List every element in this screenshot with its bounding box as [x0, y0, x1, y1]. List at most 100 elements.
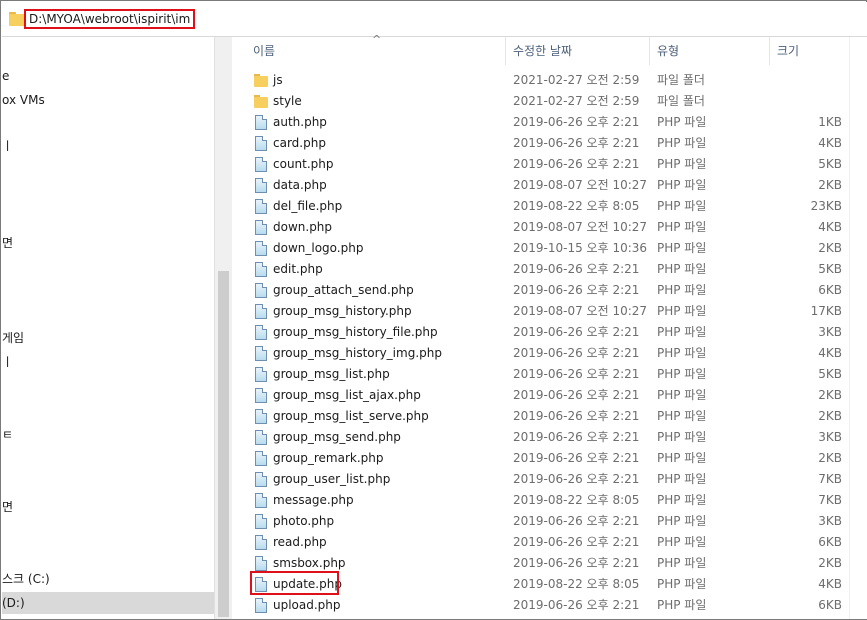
- file-modified-date: 2019-08-07 오전 10:27: [513, 304, 648, 318]
- nav-item[interactable]: 면: [2, 496, 13, 518]
- file-row[interactable]: update.php 2019-08-22 오후 8:05 PHP 파일 4KB: [232, 571, 849, 595]
- file-row[interactable]: group_msg_send.php 2019-06-26 오후 2:21 PHP …: [232, 427, 849, 448]
- file-type: PHP 파일: [657, 556, 707, 570]
- column-header-type[interactable]: 유형: [657, 37, 679, 65]
- explorer-window: D:\MYOA\webroot\ispirit\im e ox VMs ㅣ 면 …: [0, 0, 867, 620]
- file-row[interactable]: edit.php 2019-06-26 오후 2:21 PHP 파일 5KB: [232, 259, 849, 280]
- file-row[interactable]: group_msg_list_ajax.php 2019-06-26 오후 2:2…: [232, 385, 849, 406]
- file-type: PHP 파일: [657, 535, 707, 549]
- file-type: PHP 파일: [657, 178, 707, 192]
- file-type: PHP 파일: [657, 472, 707, 486]
- file-size: 23KB: [810, 199, 842, 213]
- nav-item[interactable]: 면: [2, 232, 13, 254]
- column-header-size[interactable]: 크기: [777, 37, 799, 65]
- file-size: 7KB: [818, 493, 842, 507]
- file-type: PHP 파일: [657, 409, 707, 423]
- file-size: 4KB: [818, 136, 842, 150]
- file-modified-date: 2019-06-26 오후 2:21: [513, 451, 640, 465]
- file-size: 3KB: [818, 325, 842, 339]
- nav-item-label: e: [2, 69, 10, 83]
- file-size: 4KB: [818, 577, 842, 591]
- file-name: photo.php: [273, 514, 335, 528]
- file-row[interactable]: group_msg_history_img.php 2019-06-26 오후 2…: [232, 343, 849, 364]
- php-file-icon: [255, 241, 267, 256]
- nav-item[interactable]: ㅣ: [2, 135, 13, 157]
- file-size: 5KB: [818, 157, 842, 171]
- file-row[interactable]: group_remark.php 2019-06-26 오후 2:21 PHP 파일…: [232, 448, 849, 469]
- file-row[interactable]: data.php 2019-08-07 오전 10:27 PHP 파일 2KB: [232, 175, 849, 196]
- address-path-highlighted[interactable]: D:\MYOA\webroot\ispirit\im: [24, 9, 196, 29]
- file-type: PHP 파일: [657, 577, 707, 591]
- file-size: 7KB: [818, 472, 842, 486]
- file-row[interactable]: upload.php 2019-06-26 오후 2:21 PHP 파일 6KB: [232, 595, 849, 616]
- nav-item-drive-d[interactable]: (D:): [2, 592, 214, 614]
- file-type: 파일 폴더: [657, 73, 705, 87]
- file-size: 4KB: [818, 346, 842, 360]
- address-path[interactable]: D:\MYOA\webroot\ispirit\im: [29, 12, 190, 26]
- file-row[interactable]: message.php 2019-08-22 오후 8:05 PHP 파일 7KB: [232, 490, 849, 511]
- column-header-date[interactable]: 수정한 날짜: [513, 37, 572, 65]
- file-row[interactable]: down_logo.php 2019-10-15 오후 10:36 PHP 파일 2K…: [232, 238, 849, 259]
- nav-item[interactable]: ㅣ: [2, 351, 13, 373]
- nav-scrollbar-thumb[interactable]: [218, 271, 229, 617]
- file-row[interactable]: group_msg_history_file.php 2019-06-26 오후 …: [232, 322, 849, 343]
- file-name: js: [273, 73, 283, 87]
- php-file-icon: [255, 157, 267, 172]
- file-row[interactable]: group_msg_history.php 2019-08-07 오전 10:27…: [232, 301, 849, 322]
- file-modified-date: 2019-08-22 오후 8:05: [513, 493, 640, 507]
- file-type: PHP 파일: [657, 514, 707, 528]
- file-name: group_msg_list.php: [273, 367, 390, 381]
- file-type: PHP 파일: [657, 115, 707, 129]
- file-row[interactable]: read.php 2019-06-26 오후 2:21 PHP 파일 6KB: [232, 532, 849, 553]
- column-header-name[interactable]: 이름: [253, 37, 275, 65]
- php-file-icon: [255, 556, 267, 571]
- file-modified-date: 2019-08-22 오후 8:05: [513, 199, 640, 213]
- nav-item[interactable]: ox VMs: [2, 89, 45, 111]
- nav-item-drive-c[interactable]: 스크 (C:): [2, 568, 50, 590]
- file-row[interactable]: card.php 2019-06-26 오후 2:21 PHP 파일 4KB: [232, 133, 849, 154]
- file-name: del_file.php: [273, 199, 343, 213]
- file-type: PHP 파일: [657, 388, 707, 402]
- file-modified-date: 2021-02-27 오전 2:59: [513, 94, 640, 108]
- file-row[interactable]: del_file.php 2019-08-22 오후 8:05 PHP 파일 23KB: [232, 196, 849, 217]
- file-modified-date: 2019-06-26 오후 2:21: [513, 598, 640, 612]
- php-file-icon: [255, 451, 267, 466]
- file-type: PHP 파일: [657, 367, 707, 381]
- file-row[interactable]: photo.php 2019-06-26 오후 2:21 PHP 파일 3KB: [232, 511, 849, 532]
- file-modified-date: 2019-08-07 오전 10:27: [513, 178, 648, 192]
- file-row[interactable]: down.php 2019-08-07 오전 10:27 PHP 파일 4KB: [232, 217, 849, 238]
- file-modified-date: 2019-06-26 오후 2:21: [513, 472, 640, 486]
- php-file-icon: [255, 493, 267, 508]
- php-file-icon: [255, 346, 267, 361]
- nav-item[interactable]: e: [2, 65, 9, 87]
- file-type: PHP 파일: [657, 451, 707, 465]
- file-row[interactable]: auth.php 2019-06-26 오후 2:21 PHP 파일 1KB: [232, 112, 849, 133]
- file-list-scrollbar[interactable]: [849, 37, 867, 619]
- file-type: PHP 파일: [657, 157, 707, 171]
- nav-item-label: ㅣ: [2, 139, 14, 153]
- folder-row[interactable]: style 2021-02-27 오전 2:59 파일 폴더: [232, 91, 849, 112]
- file-size: 17KB: [810, 304, 842, 318]
- folder-row[interactable]: js 2021-02-27 오전 2:59 파일 폴더: [232, 70, 849, 91]
- file-size: 1KB: [818, 115, 842, 129]
- file-name: group_msg_history.php: [273, 304, 412, 318]
- address-bar[interactable]: D:\MYOA\webroot\ispirit\im: [2, 2, 867, 37]
- file-row[interactable]: group_user_list.php 2019-06-26 오후 2:21 PHP…: [232, 469, 849, 490]
- file-size: 3KB: [818, 430, 842, 444]
- file-type: PHP 파일: [657, 493, 707, 507]
- file-type: PHP 파일: [657, 598, 707, 612]
- file-row[interactable]: group_attach_send.php 2019-06-26 오후 2:21 P…: [232, 280, 849, 301]
- file-size: 2KB: [818, 451, 842, 465]
- nav-item-label: ㅌ: [2, 428, 14, 442]
- file-modified-date: 2019-06-26 오후 2:21: [513, 556, 640, 570]
- nav-item[interactable]: 게임: [2, 327, 24, 349]
- file-row[interactable]: group_msg_list_serve.php 2019-06-26 오후 2:…: [232, 406, 849, 427]
- nav-scrollbar[interactable]: [214, 37, 232, 619]
- file-type: PHP 파일: [657, 283, 707, 297]
- file-row[interactable]: count.php 2019-06-26 오후 2:21 PHP 파일 5KB: [232, 154, 849, 175]
- file-modified-date: 2019-06-26 오후 2:21: [513, 514, 640, 528]
- file-name: group_remark.php: [273, 451, 384, 465]
- nav-item[interactable]: ㅌ: [2, 424, 13, 446]
- file-modified-date: 2019-06-26 오후 2:21: [513, 157, 640, 171]
- file-row[interactable]: group_msg_list.php 2019-06-26 오후 2:21 PHP …: [232, 364, 849, 385]
